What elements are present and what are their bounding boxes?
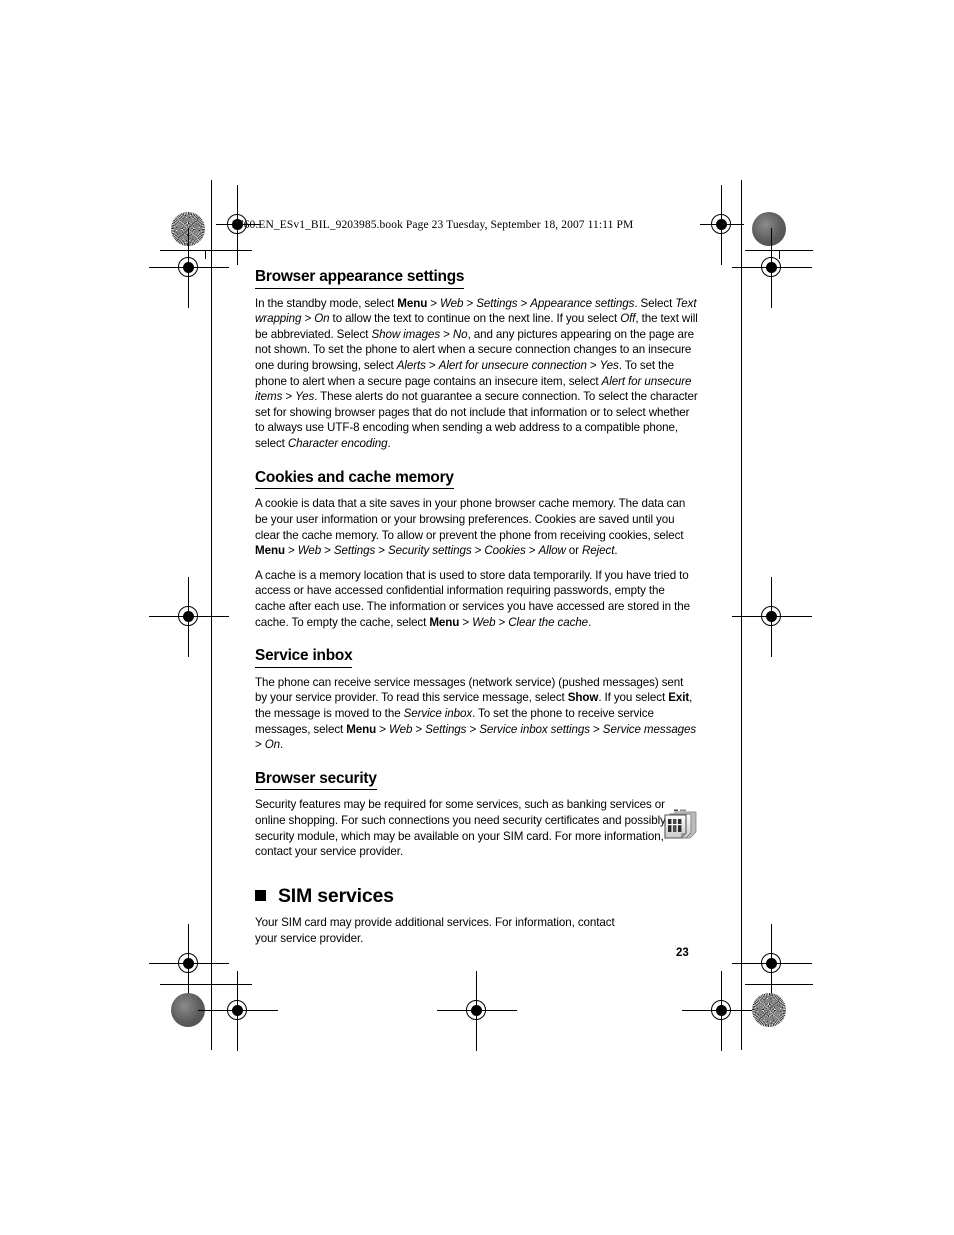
menu-path-item: Yes bbox=[599, 359, 619, 373]
menu-path-item: Settings bbox=[333, 544, 376, 558]
sim-card-icon bbox=[660, 806, 702, 844]
registration-mark-lower-left bbox=[149, 924, 229, 1004]
crop-rule-bottom-left bbox=[160, 984, 252, 985]
bleed-line-left bbox=[211, 180, 212, 1050]
menu-path-item: Settings bbox=[425, 722, 467, 736]
menu-path-item: Appearance settings bbox=[530, 296, 635, 310]
chapter-paragraph: Your SIM card may provide additional ser… bbox=[255, 916, 615, 945]
section-paragraph: In the standby mode, select Menu > Web >… bbox=[255, 296, 698, 451]
hard-key-label: Exit bbox=[668, 691, 690, 705]
chapter-bullet-icon bbox=[255, 890, 266, 902]
document-page: 2760.EN_ESv1_BIL_9203985.book Page 23 Tu… bbox=[0, 0, 954, 1235]
hard-key-label: Menu bbox=[397, 296, 428, 310]
registration-mark-lower-right bbox=[732, 924, 812, 1004]
hard-key-label: Menu bbox=[346, 722, 377, 736]
menu-path-item: Alert for unsecure connection bbox=[438, 359, 587, 373]
section-paragraph: A cookie is data that a site saves in yo… bbox=[255, 497, 686, 558]
chapter-heading-sim-services: SIM services bbox=[255, 884, 698, 907]
menu-path-item: Web bbox=[388, 722, 413, 736]
menu-path-item: Web bbox=[472, 615, 496, 629]
section-cookies-and-cache-memory: Cookies and cache memory bbox=[255, 469, 698, 497]
bleed-line-right bbox=[741, 180, 742, 1050]
page-content: Browser appearance settings In the stand… bbox=[255, 268, 698, 946]
print-rosette-mark-bottom-right bbox=[752, 993, 786, 1027]
registration-mark-bottom-left bbox=[198, 971, 278, 1051]
hard-key-label: Show bbox=[567, 691, 599, 705]
chapter-title: SIM services bbox=[278, 884, 394, 907]
print-density-patch-top-right bbox=[752, 212, 786, 246]
menu-path-item: Clear the cache bbox=[508, 615, 589, 629]
menu-path-item: Service messages bbox=[602, 722, 697, 736]
section-heading: Service inbox bbox=[255, 647, 353, 668]
registration-mark-middle-right bbox=[732, 577, 812, 657]
section-paragraph: Security features may be required for so… bbox=[255, 798, 676, 859]
menu-path-item: Show images bbox=[371, 327, 441, 341]
menu-path-item: Web bbox=[440, 296, 464, 310]
hard-key-label: Menu bbox=[429, 615, 460, 629]
menu-path-item: Off bbox=[620, 312, 636, 326]
running-header: 2760.EN_ESv1_BIL_9203985.book Page 23 Tu… bbox=[232, 219, 634, 231]
menu-path-item: Allow bbox=[538, 544, 566, 558]
menu-path-item: Yes bbox=[295, 390, 315, 404]
registration-mark-mid-right bbox=[732, 228, 812, 308]
section-heading: Cookies and cache memory bbox=[255, 469, 454, 490]
crop-rule-bottom-right bbox=[745, 984, 813, 985]
menu-path-item: Service inbox settings bbox=[479, 722, 591, 736]
menu-path-item: Cookies bbox=[484, 544, 526, 558]
page-number: 23 bbox=[676, 947, 689, 959]
chapter-body: Your SIM card may provide additional ser… bbox=[255, 915, 627, 946]
registration-mark-bottom-right bbox=[682, 971, 762, 1051]
registration-mark-bottom-center bbox=[437, 971, 517, 1051]
section-service-inbox: Service inbox bbox=[255, 647, 698, 675]
menu-path-item: No bbox=[452, 327, 468, 341]
menu-path-item: Alerts bbox=[396, 359, 426, 373]
menu-path-item: Security settings bbox=[387, 544, 472, 558]
section-browser-appearance-settings: Browser appearance settings bbox=[255, 268, 698, 296]
section-heading: Browser security bbox=[255, 770, 377, 791]
registration-mark-mid-left bbox=[149, 228, 229, 308]
registration-mark-top-right bbox=[700, 185, 744, 265]
menu-path-item: Web bbox=[297, 544, 322, 558]
menu-path-item: Service inbox bbox=[403, 706, 473, 720]
menu-path-item: Alert for unsecure items bbox=[255, 374, 692, 404]
menu-path-item: Character encoding bbox=[287, 437, 388, 451]
section-paragraph: A cache is a memory location that is use… bbox=[255, 568, 690, 629]
menu-path-item: On bbox=[264, 738, 281, 752]
menu-path-item: Reject bbox=[582, 544, 615, 558]
section-paragraph: The phone can receive service messages (… bbox=[255, 675, 697, 752]
menu-path-item: On bbox=[314, 312, 330, 326]
registration-mark-middle-left bbox=[149, 577, 229, 657]
menu-path-item: Settings bbox=[476, 296, 518, 310]
section-browser-security: Browser security bbox=[255, 770, 698, 798]
hard-key-label: Menu bbox=[255, 544, 285, 558]
section-heading: Browser appearance settings bbox=[255, 268, 464, 289]
